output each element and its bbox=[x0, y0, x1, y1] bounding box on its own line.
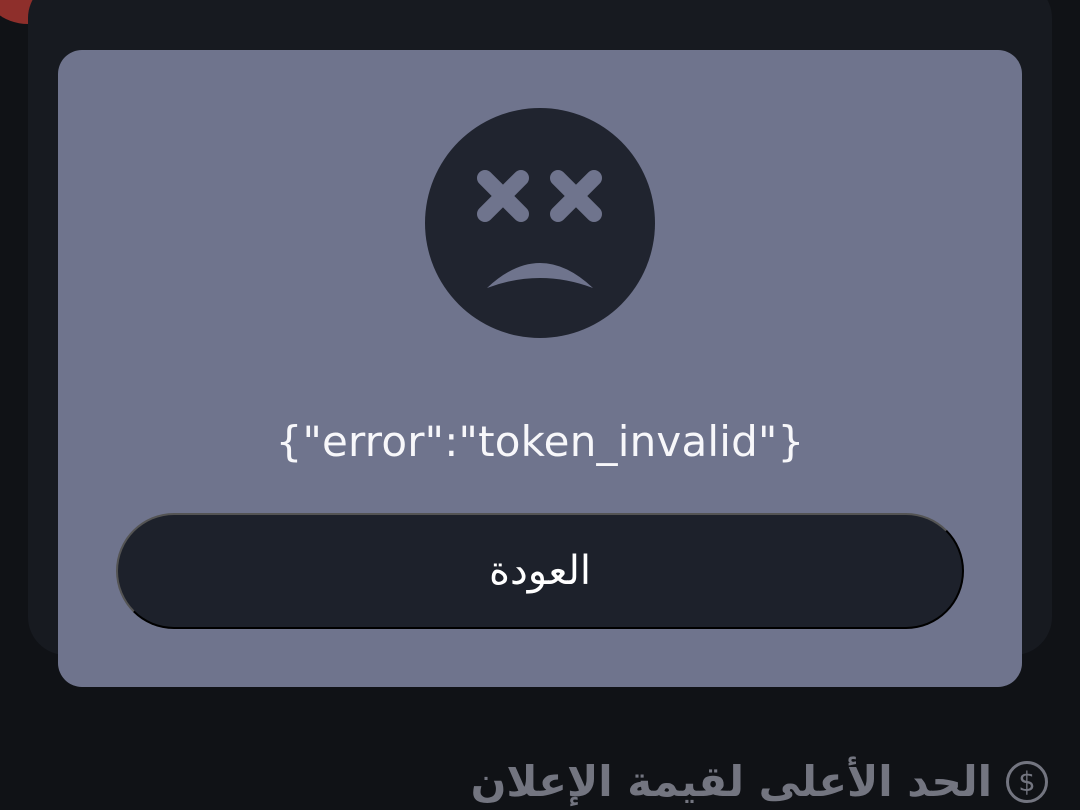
max-ad-value-text: الحد الأعلى لقيمة الإعلان bbox=[470, 757, 992, 806]
error-message: {"error":"token_invalid"} bbox=[275, 417, 805, 466]
app-screen: {"error":"token_invalid"} العودة $ الحد … bbox=[0, 0, 1080, 810]
dollar-circle-icon: $ bbox=[1006, 761, 1048, 803]
max-ad-value-label: $ الحد الأعلى لقيمة الإعلان bbox=[471, 752, 1048, 810]
back-button[interactable]: العودة bbox=[116, 513, 964, 629]
sad-face-icon bbox=[425, 108, 655, 338]
